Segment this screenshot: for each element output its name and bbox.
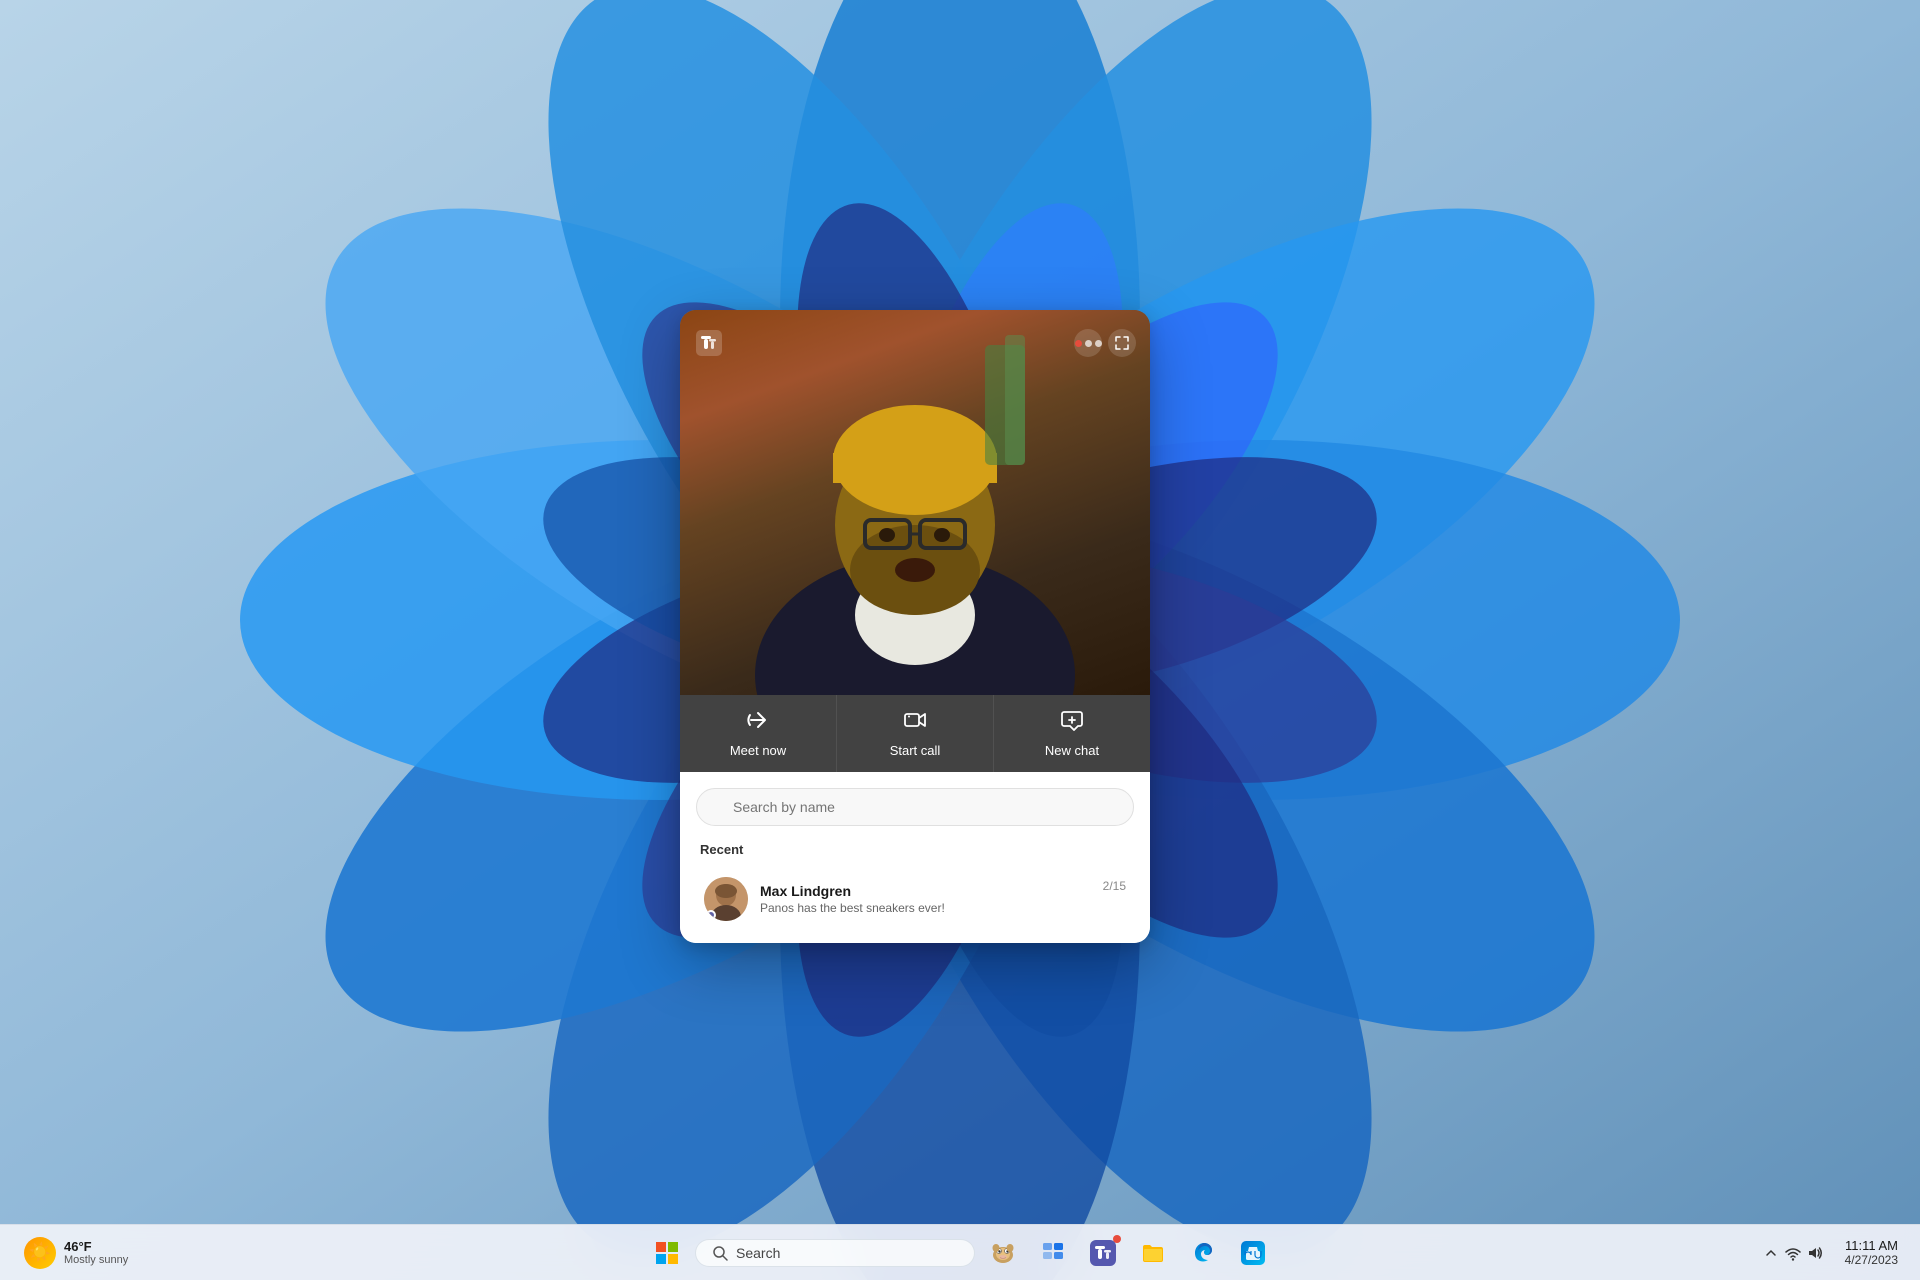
search-wrapper: 🔍 [696, 788, 1134, 826]
weather-temperature: 46°F [64, 1239, 128, 1254]
new-chat-button[interactable]: New chat [994, 695, 1150, 772]
volume-icon[interactable] [1805, 1243, 1825, 1263]
task-view-button[interactable] [1031, 1231, 1075, 1275]
teams-notification-badge [1113, 1235, 1121, 1243]
meet-now-icon [747, 709, 769, 737]
teams-search-input[interactable] [696, 788, 1134, 826]
teams-search-section: 🔍 [680, 772, 1150, 834]
wifi-icon[interactable] [1783, 1243, 1803, 1263]
taskbar-center: Search [645, 1231, 1275, 1275]
contact-name: Max Lindgren [760, 883, 1091, 899]
file-explorer-button[interactable] [1131, 1231, 1175, 1275]
online-status-indicator [706, 910, 716, 920]
start-button[interactable] [645, 1231, 689, 1275]
new-chat-label: New chat [1045, 743, 1099, 758]
clock-time: 11:11 AM [1845, 1238, 1898, 1253]
contact-info: Max Lindgren Panos has the best sneakers… [760, 883, 1091, 915]
message-time: 2/15 [1103, 877, 1126, 893]
more-options-icon [1075, 340, 1102, 347]
taskbar-search-icon [712, 1245, 728, 1261]
meet-now-button[interactable]: Meet now [680, 695, 837, 772]
taskbar: ☀️ 46°F Mostly sunny [0, 1224, 1920, 1280]
meet-now-label: Meet now [730, 743, 786, 758]
weather-widget[interactable]: ☀️ 46°F Mostly sunny [14, 1233, 138, 1273]
widgets-button[interactable] [981, 1231, 1025, 1275]
taskbar-search-label: Search [736, 1245, 780, 1261]
store-button[interactable] [1231, 1231, 1275, 1275]
taskbar-left: ☀️ 46°F Mostly sunny [0, 1233, 200, 1273]
system-tray[interactable] [1753, 1239, 1833, 1267]
new-chat-icon [1061, 709, 1083, 737]
recent-header: Recent [696, 842, 1134, 857]
video-background [680, 310, 1150, 695]
person-video [745, 315, 1085, 695]
clock-date: 4/27/2023 [1845, 1253, 1898, 1267]
start-call-icon [904, 709, 926, 737]
system-clock[interactable]: 11:11 AM 4/27/2023 [1837, 1236, 1906, 1269]
contact-last-message: Panos has the best sneakers ever! [760, 901, 1091, 915]
taskbar-right: 11:11 AM 4/27/2023 [1753, 1236, 1906, 1269]
weather-text: 46°F Mostly sunny [64, 1239, 128, 1266]
teams-popup: Meet now Start call [680, 310, 1150, 943]
teams-header-controls [1074, 329, 1136, 357]
weather-description: Mostly sunny [64, 1254, 128, 1266]
contact-avatar [704, 877, 748, 921]
start-call-button[interactable]: Start call [837, 695, 994, 772]
desktop: Meet now Start call [0, 0, 1920, 1280]
teams-video-section [680, 310, 1150, 695]
taskbar-search-bar[interactable]: Search [695, 1239, 975, 1267]
teams-recent-section: Recent Max Lindgren Panos has the best s… [680, 834, 1150, 943]
teams-logo[interactable] [694, 328, 724, 358]
start-call-label: Start call [890, 743, 941, 758]
recent-item[interactable]: Max Lindgren Panos has the best sneakers… [696, 867, 1134, 931]
show-hidden-icons-button[interactable] [1761, 1243, 1781, 1263]
weather-icon: ☀️ [24, 1237, 56, 1269]
teams-taskbar-button[interactable] [1081, 1231, 1125, 1275]
teams-action-bar: Meet now Start call [680, 695, 1150, 772]
edge-button[interactable] [1181, 1231, 1225, 1275]
teams-fullscreen-button[interactable] [1108, 329, 1136, 357]
teams-more-options-button[interactable] [1074, 329, 1102, 357]
teams-header-bar [680, 320, 1150, 366]
